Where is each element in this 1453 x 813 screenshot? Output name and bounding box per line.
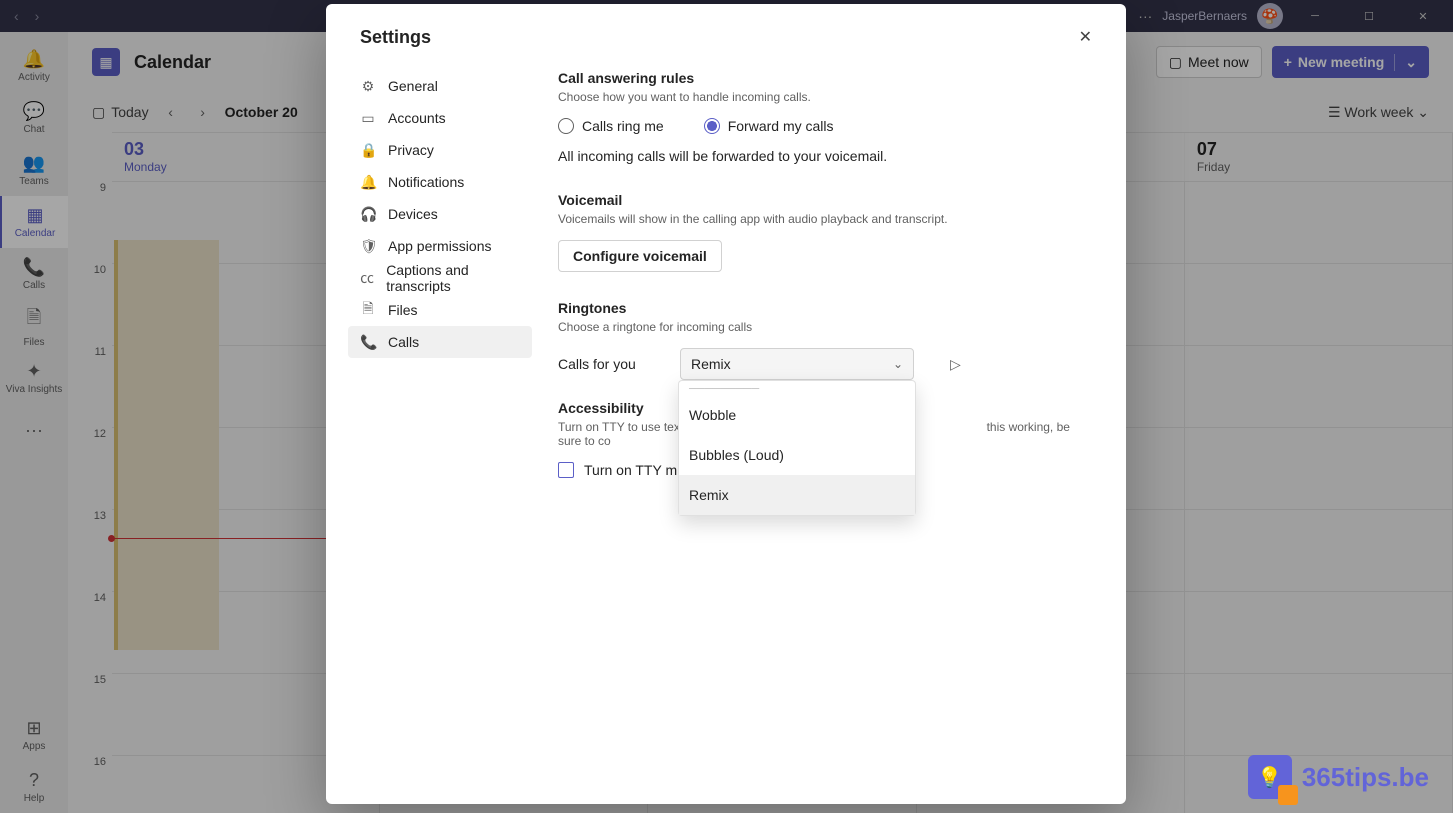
bell-icon: 🔔 <box>360 174 376 191</box>
voicemail-title: Voicemail <box>558 192 1092 208</box>
forward-info: All incoming calls will be forwarded to … <box>558 148 1092 164</box>
settings-nav-notifications[interactable]: 🔔Notifications <box>348 166 532 198</box>
settings-nav-accounts[interactable]: ▭Accounts <box>348 102 532 134</box>
ringtone-dropdown: ───────── Wobble Bubbles (Loud) Remix <box>678 380 916 516</box>
settings-content: Call answering rules Choose how you want… <box>544 70 1126 804</box>
call-rules-title: Call answering rules <box>558 70 1092 86</box>
gear-icon: ⚙ <box>360 78 376 95</box>
calls-for-you-row: Calls for you Remix ⌄ ▷ ───────── Wobble… <box>558 348 1092 380</box>
ringtones-desc: Choose a ringtone for incoming calls <box>558 320 1092 334</box>
settings-nav-devices[interactable]: 🎧Devices <box>348 198 532 230</box>
settings-nav-captions[interactable]: ㏄Captions and transcripts <box>348 262 532 294</box>
radio-calls-ring[interactable]: Calls ring me <box>558 118 664 134</box>
settings-title: Settings <box>360 27 431 48</box>
dropdown-item-remix[interactable]: Remix <box>679 475 915 515</box>
cc-icon: ㏄ <box>360 268 374 288</box>
settings-nav-privacy[interactable]: 🔒Privacy <box>348 134 532 166</box>
call-rules-options: Calls ring me Forward my calls <box>558 118 1092 134</box>
ringtones-title: Ringtones <box>558 300 1092 316</box>
dropdown-item-cut[interactable]: ───────── <box>679 381 915 395</box>
close-icon[interactable]: ✕ <box>1079 27 1092 47</box>
settings-nav-general[interactable]: ⚙General <box>348 70 532 102</box>
settings-nav: ⚙General ▭Accounts 🔒Privacy 🔔Notificatio… <box>326 70 544 804</box>
dropdown-item-wobble[interactable]: Wobble <box>679 395 915 435</box>
call-rules-desc: Choose how you want to handle incoming c… <box>558 90 1092 104</box>
configure-voicemail-button[interactable]: Configure voicemail <box>558 240 722 272</box>
ringtone-select[interactable]: Remix ⌄ <box>680 348 914 380</box>
settings-nav-permissions[interactable]: 🛡App permissions <box>348 230 532 262</box>
watermark: 💡 365tips.be <box>1248 755 1429 799</box>
checkbox-icon[interactable] <box>558 462 574 478</box>
settings-modal: Settings ✕ ⚙General ▭Accounts 🔒Privacy 🔔… <box>326 4 1126 804</box>
dropdown-item-bubbles[interactable]: Bubbles (Loud) <box>679 435 915 475</box>
radio-icon <box>558 118 574 134</box>
file-icon: 🗎 <box>360 298 376 322</box>
settings-nav-files[interactable]: 🗎Files <box>348 294 532 326</box>
settings-nav-calls[interactable]: 📞Calls <box>348 326 532 358</box>
play-icon[interactable]: ▷ <box>950 356 961 373</box>
id-icon: ▭ <box>360 110 376 127</box>
phone-icon: 📞 <box>360 334 376 351</box>
modal-header: Settings ✕ <box>326 4 1126 70</box>
calls-for-you-label: Calls for you <box>558 356 644 372</box>
chevron-down-icon: ⌄ <box>893 357 903 371</box>
lock-icon: 🔒 <box>360 142 376 159</box>
watermark-text: 365tips.be <box>1302 762 1429 793</box>
headset-icon: 🎧 <box>360 206 376 223</box>
watermark-icon: 💡 <box>1248 755 1292 799</box>
radio-icon <box>704 118 720 134</box>
voicemail-desc: Voicemails will show in the calling app … <box>558 212 1092 226</box>
shield-icon: 🛡 <box>360 238 376 255</box>
radio-forward-calls[interactable]: Forward my calls <box>704 118 834 134</box>
